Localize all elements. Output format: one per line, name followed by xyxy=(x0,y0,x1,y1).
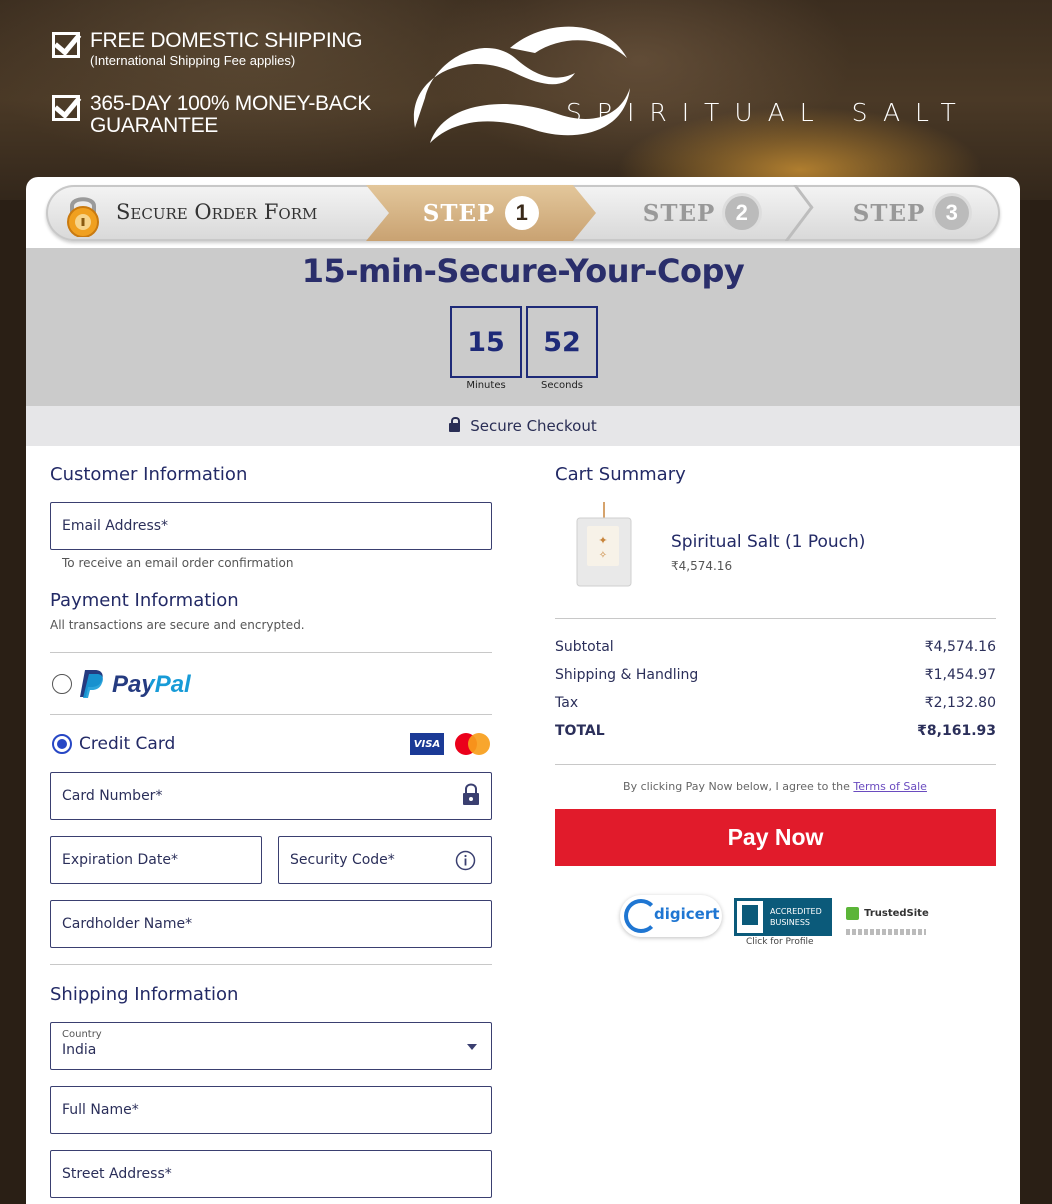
brand-logo-wave-icon xyxy=(413,26,630,143)
bbb-logo-icon xyxy=(737,901,763,933)
money-back-promo: 365-DAY 100% MONEY-BACK GUARANTEE xyxy=(52,93,371,137)
payment-info-title: Payment Information xyxy=(50,590,239,611)
timer-seconds-label: Seconds xyxy=(540,380,583,391)
padlock-icon xyxy=(67,197,99,237)
shipping-value: ₹1,454.97 xyxy=(924,667,996,683)
checkbox-icon xyxy=(52,95,80,121)
info-icon[interactable] xyxy=(455,850,476,871)
expiration-date-field[interactable]: Expiration Date* xyxy=(50,836,262,884)
card-number-field[interactable]: Card Number* xyxy=(50,772,492,820)
step-word: STEP xyxy=(852,199,926,227)
trustedsite-subtext xyxy=(846,929,926,935)
step-word: STEP xyxy=(642,199,716,227)
email-hint: To receive an email order confirmation xyxy=(62,556,294,570)
credit-card-label: Credit Card xyxy=(79,734,176,754)
shipping-info-title: Shipping Information xyxy=(50,984,239,1005)
terms-text: By clicking Pay Now below, I agree to th… xyxy=(623,780,854,793)
promo-subtitle: (International Shipping Fee applies) xyxy=(90,53,296,68)
promo-title-line1: 365-DAY 100% MONEY-BACK xyxy=(90,92,372,115)
secure-order-form-step: Secure Order Form xyxy=(46,185,376,241)
trustedsite-label: TrustedSite xyxy=(864,908,929,919)
bbb-text: ACCREDITED BUSINESS xyxy=(770,907,822,927)
step-number: 3 xyxy=(935,196,970,230)
header-banner: FREE DOMESTIC SHIPPING (International Sh… xyxy=(0,0,1052,200)
total-label: TOTAL xyxy=(555,723,605,739)
divider xyxy=(50,964,492,965)
product-image: ✦ ✧ xyxy=(576,502,632,587)
bbb-caption: Click for Profile xyxy=(746,937,814,947)
secure-order-form-label: Secure Order Form xyxy=(116,200,318,224)
digicert-badge[interactable]: digicert xyxy=(620,895,722,937)
customer-info-title: Customer Information xyxy=(50,464,248,485)
promo-title: FREE DOMESTIC SHIPPING xyxy=(90,29,363,52)
paypal-label: PayPal xyxy=(112,671,191,698)
country-label: Country xyxy=(62,1029,102,1040)
paypal-radio[interactable] xyxy=(52,674,72,694)
tax-value: ₹2,132.80 xyxy=(924,695,996,711)
product-name: Spiritual Salt (1 Pouch) xyxy=(671,532,866,552)
secure-checkout-banner: Secure Checkout xyxy=(26,406,1020,446)
bbb-badge[interactable]: ACCREDITED BUSINESS xyxy=(734,898,832,936)
brand-name: SPIRITUAL SALT xyxy=(566,98,971,127)
divider xyxy=(555,618,996,619)
email-field[interactable]: Email Address* xyxy=(50,502,492,550)
terms-notice: By clicking Pay Now below, I agree to th… xyxy=(555,780,995,793)
street-address-field[interactable]: Street Address* xyxy=(50,1150,492,1198)
timer-title: 15-min-Secure-Your-Copy xyxy=(301,252,745,290)
visa-icon: VISA xyxy=(410,733,444,755)
pay-now-button[interactable]: Pay Now xyxy=(555,809,996,866)
timer-minutes: 15 xyxy=(450,306,522,378)
step-progress-bar: Secure Order Form STEP 1 STEP 2 STEP 3 xyxy=(46,185,1000,241)
step-3: STEP 3 xyxy=(796,185,1000,241)
timer-minutes-label: Minutes xyxy=(466,380,506,391)
secure-checkout-label: Secure Checkout xyxy=(470,417,597,435)
tax-label: Tax xyxy=(555,695,579,711)
credit-card-radio[interactable] xyxy=(52,734,72,754)
countdown-timer: 15-min-Secure-Your-Copy 15 52 Minutes Se… xyxy=(26,248,1020,406)
step-number: 2 xyxy=(725,196,760,230)
terms-link[interactable]: Terms of Sale xyxy=(853,780,927,793)
check-icon xyxy=(846,907,859,920)
lock-icon xyxy=(463,783,479,805)
step-number: 1 xyxy=(505,196,540,230)
subtotal-value: ₹4,574.16 xyxy=(924,639,996,655)
step-1: STEP 1 xyxy=(366,185,596,241)
paypal-icon xyxy=(80,670,103,698)
payment-subtitle: All transactions are secure and encrypte… xyxy=(50,618,305,632)
step-word: STEP xyxy=(422,199,496,227)
svg-text:✧: ✧ xyxy=(599,550,607,561)
divider xyxy=(50,714,492,715)
product-price: ₹4,574.16 xyxy=(671,559,733,573)
digicert-label: digicert xyxy=(654,905,720,923)
step-2: STEP 2 xyxy=(586,185,816,241)
lock-icon xyxy=(449,416,461,432)
cart-summary-title: Cart Summary xyxy=(555,464,686,485)
digicert-seal-icon xyxy=(624,899,658,933)
free-shipping-promo: FREE DOMESTIC SHIPPING (International Sh… xyxy=(52,29,363,70)
chevron-down-icon xyxy=(467,1044,477,1050)
svg-text:✦: ✦ xyxy=(598,534,607,547)
shipping-label: Shipping & Handling xyxy=(555,667,699,683)
divider xyxy=(50,652,492,653)
promo-title-line2: GUARANTEE xyxy=(90,114,218,137)
security-code-placeholder: Security Code* xyxy=(290,852,395,868)
order-form-card: Secure Order Form STEP 1 STEP 2 STEP 3 1… xyxy=(26,177,1020,1204)
country-select[interactable]: Country India xyxy=(50,1022,492,1070)
country-value: India xyxy=(62,1042,97,1058)
checkbox-icon xyxy=(52,32,80,58)
timer-seconds: 52 xyxy=(526,306,598,378)
full-name-field[interactable]: Full Name* xyxy=(50,1086,492,1134)
subtotal-label: Subtotal xyxy=(555,639,614,655)
trustedsite-badge[interactable]: TrustedSite xyxy=(846,903,929,935)
card-number-placeholder: Card Number* xyxy=(62,788,163,804)
total-value: ₹8,161.93 xyxy=(917,723,996,739)
divider xyxy=(555,764,996,765)
cardholder-name-field[interactable]: Cardholder Name* xyxy=(50,900,492,948)
mastercard-icon xyxy=(455,733,491,755)
